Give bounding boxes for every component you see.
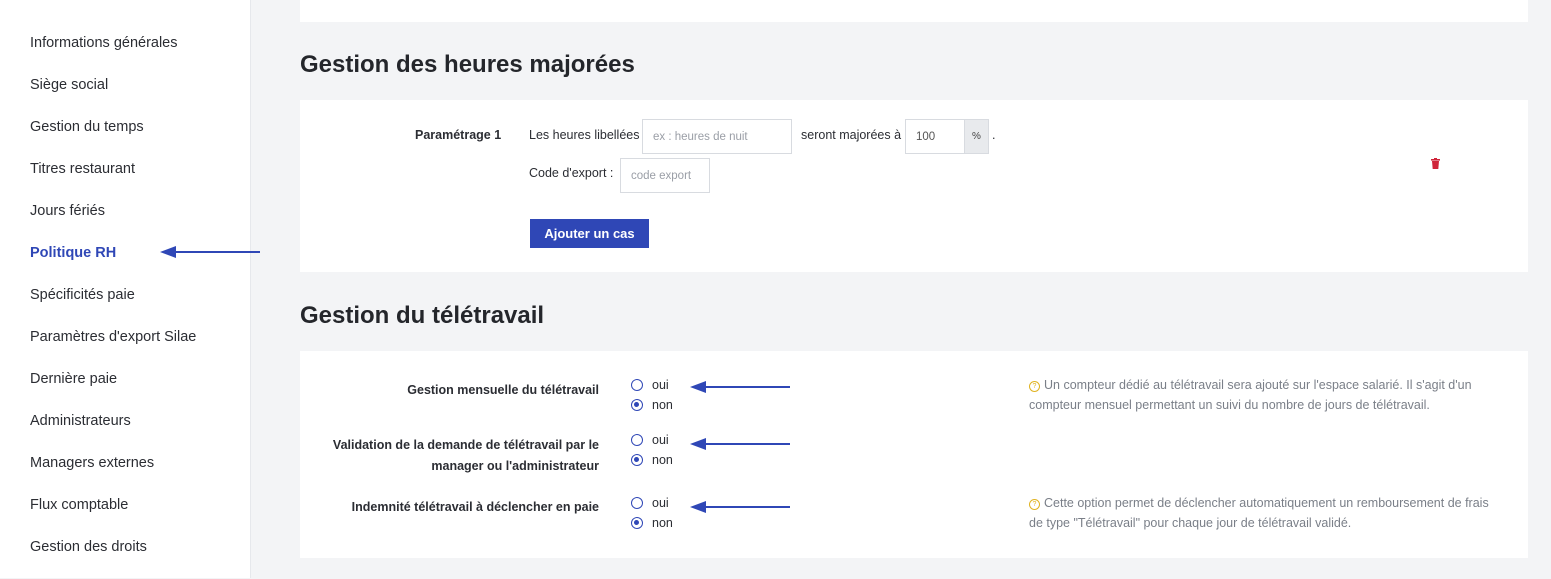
sidebar: Informations générales Siège social Gest… xyxy=(0,0,250,578)
sidebar-item-specificites-paie[interactable]: Spécificités paie xyxy=(30,285,196,327)
indemnity-non-option[interactable]: non xyxy=(631,516,673,530)
indemnity-non-label: non xyxy=(652,516,673,530)
heures-text-end: . xyxy=(992,128,996,142)
help-icon: ? xyxy=(1029,499,1040,510)
indemnity-non-radio[interactable] xyxy=(631,517,643,529)
sidebar-item-titres-restaurant[interactable]: Titres restaurant xyxy=(30,159,196,201)
monthly-oui-label: oui xyxy=(652,378,669,392)
indemnity-oui-option[interactable]: oui xyxy=(631,496,669,510)
monthly-oui-radio[interactable] xyxy=(631,379,643,391)
export-label: Code d'export : xyxy=(529,166,614,180)
monthly-oui-option[interactable]: oui xyxy=(631,378,669,392)
heures-text-middle: seront majorées à xyxy=(801,128,902,142)
validation-non-radio[interactable] xyxy=(631,454,643,466)
validation-label: Validation de la demande de télétravail … xyxy=(332,438,599,473)
indemnity-help-text: ? Cette option permet de déclencher autom… xyxy=(1029,496,1489,530)
arrow-left-icon xyxy=(690,501,790,513)
sidebar-item-gestion-du-temps[interactable]: Gestion du temps xyxy=(30,117,196,159)
sidebar-item-parametres-export-silae[interactable]: Paramètres d'export Silae xyxy=(30,327,196,369)
previous-section-card xyxy=(300,0,1528,22)
monthly-help-text: ? Un compteur dédié au télétravail sera a… xyxy=(1029,378,1472,412)
arrow-left-icon xyxy=(690,381,790,393)
sidebar-item-gestion-des-droits[interactable]: Gestion des droits xyxy=(30,537,196,579)
monthly-non-option[interactable]: non xyxy=(631,398,673,412)
sidebar-item-siege-social[interactable]: Siège social xyxy=(30,75,196,117)
heures-majorees-title: Gestion des heures majorées xyxy=(300,51,635,78)
sidebar-item-derniere-paie[interactable]: Dernière paie xyxy=(30,369,196,411)
add-case-button[interactable]: Ajouter un cas xyxy=(530,219,649,248)
teletravail-title: Gestion du télétravail xyxy=(300,302,545,329)
sidebar-menu: Informations générales Siège social Gest… xyxy=(30,33,196,579)
export-code-input[interactable] xyxy=(620,158,710,193)
validation-non-option[interactable]: non xyxy=(631,453,673,467)
sidebar-item-managers-externes[interactable]: Managers externes xyxy=(30,453,196,495)
percent-addon: % xyxy=(965,119,989,154)
sidebar-item-administrateurs[interactable]: Administrateurs xyxy=(30,411,196,453)
validation-oui-option[interactable]: oui xyxy=(631,433,669,447)
monthly-management-label: Gestion mensuelle du télétravail xyxy=(407,383,599,397)
heures-name-input[interactable] xyxy=(642,119,792,154)
arrow-left-icon xyxy=(160,246,260,258)
indemnity-oui-radio[interactable] xyxy=(631,497,643,509)
validation-oui-radio[interactable] xyxy=(631,434,643,446)
sidebar-item-informations-generales[interactable]: Informations générales xyxy=(30,33,196,75)
validation-non-label: non xyxy=(652,453,673,467)
sidebar-item-flux-comptable[interactable]: Flux comptable xyxy=(30,495,196,537)
monthly-non-radio[interactable] xyxy=(631,399,643,411)
arrow-left-icon xyxy=(690,438,790,450)
help-icon: ? xyxy=(1029,381,1040,392)
trash-icon[interactable] xyxy=(1431,158,1440,169)
monthly-non-label: non xyxy=(652,398,673,412)
validation-oui-label: oui xyxy=(652,433,669,447)
rate-input[interactable] xyxy=(905,119,965,154)
setting-label: Paramétrage 1 xyxy=(415,128,502,142)
sidebar-item-jours-feries[interactable]: Jours fériés xyxy=(30,201,196,243)
indemnity-label: Indemnité télétravail à déclencher en pa… xyxy=(351,500,599,514)
indemnity-oui-label: oui xyxy=(652,496,669,510)
heures-text-before: Les heures libellées xyxy=(529,128,640,142)
